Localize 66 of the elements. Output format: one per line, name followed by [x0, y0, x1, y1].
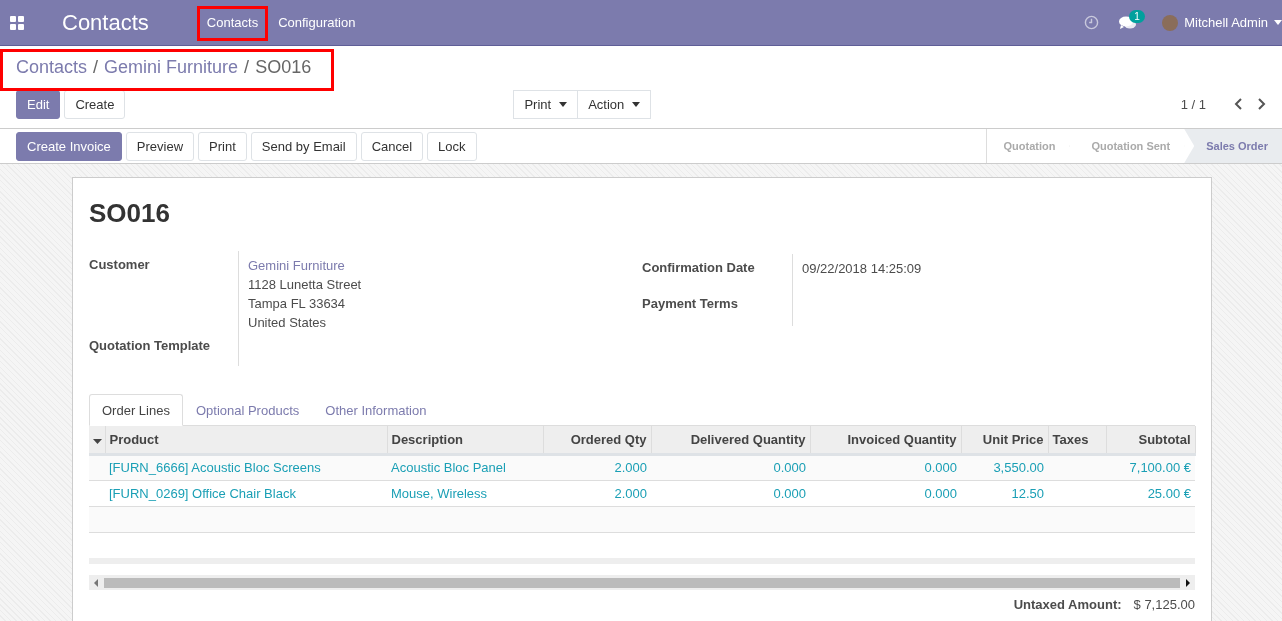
- table-cell: 3,550.00: [961, 454, 1048, 480]
- table-cell: 0.000: [651, 480, 810, 506]
- breadcrumb-link[interactable]: Contacts: [16, 57, 88, 78]
- chevron-left-icon[interactable]: [1234, 98, 1243, 110]
- field-value: Tampa FL 33634: [248, 295, 347, 313]
- dropdown-button[interactable]: Print: [513, 89, 579, 119]
- column-header[interactable]: Delivered Quantity: [651, 426, 810, 454]
- user-menu[interactable]: Mitchell Admin: [1184, 15, 1268, 30]
- table-cell: Mouse, Wireless: [387, 480, 543, 506]
- field-value: 09/22/2018 14:25:09: [802, 260, 922, 278]
- column-header[interactable]: Invoiced Quantity: [810, 426, 961, 454]
- chevron-right-icon[interactable]: [1257, 98, 1266, 110]
- table-cell: 2.000: [543, 480, 651, 506]
- column-header[interactable]: Product: [105, 426, 387, 454]
- breadcrumb-separator: /: [244, 57, 250, 78]
- table-cell: 2.000: [543, 454, 651, 480]
- column-header[interactable]: Description: [387, 426, 543, 454]
- caret-icon: [559, 101, 568, 107]
- breadcrumb-current: SO016: [255, 57, 312, 78]
- table-cell: 0.000: [810, 480, 961, 506]
- table-cell: 25.00 €: [1106, 480, 1195, 506]
- total-amount: $ 7,125.00: [1133, 597, 1195, 612]
- field-label: Customer: [89, 251, 239, 332]
- clock-icon[interactable]: [1084, 15, 1100, 30]
- workflow-button[interactable]: Lock: [427, 131, 477, 161]
- field-label: Quotation Template: [89, 332, 239, 366]
- horizontal-scrollbar[interactable]: [89, 575, 1195, 590]
- field-value: United States: [248, 314, 328, 332]
- table-cell: 12.50: [961, 480, 1048, 506]
- column-header[interactable]: Taxes: [1048, 426, 1106, 454]
- field-label: Payment Terms: [642, 290, 793, 326]
- record-title: SO016: [89, 198, 171, 229]
- dropdown-button[interactable]: Action: [578, 89, 652, 119]
- notebook-tab[interactable]: Order Lines: [89, 394, 183, 426]
- sort-header[interactable]: [89, 426, 105, 454]
- workflow-button[interactable]: Print: [198, 131, 247, 161]
- customer-link[interactable]: Gemini Furniture: [248, 256, 362, 275]
- apps-grid-icon[interactable]: [10, 15, 24, 30]
- app-title: Contacts: [62, 9, 149, 36]
- table-cell: Acoustic Bloc Panel: [387, 454, 543, 480]
- notebook-tab[interactable]: Other Information: [312, 394, 440, 426]
- workflow-button[interactable]: Cancel: [360, 131, 424, 161]
- total-label: Untaxed Amount:: [1013, 597, 1122, 612]
- caret-icon: [632, 101, 641, 107]
- column-header[interactable]: Unit Price: [961, 426, 1048, 454]
- pager-counter: 1 / 1: [1180, 96, 1206, 112]
- toolbar-button[interactable]: Edit: [16, 89, 61, 119]
- caret-icon[interactable]: [1274, 20, 1282, 25]
- notebook-tab[interactable]: Optional Products: [182, 394, 313, 426]
- workflow-button[interactable]: Send by Email: [250, 131, 357, 161]
- workflow-button[interactable]: Create Invoice: [16, 131, 122, 161]
- table-cell: 0.000: [810, 454, 961, 480]
- message-count-badge: 1: [1129, 9, 1145, 23]
- caret-icon: [93, 438, 102, 444]
- table-cell: 7,100.00 €: [1106, 454, 1195, 480]
- column-header[interactable]: Ordered Qty: [543, 426, 651, 454]
- menu-item[interactable]: Configuration: [268, 0, 366, 46]
- toolbar-button[interactable]: Create: [64, 89, 126, 119]
- field-label: Confirmation Date: [642, 254, 793, 290]
- column-header[interactable]: Subtotal: [1106, 426, 1195, 454]
- table-cell: 0.000: [651, 454, 810, 480]
- menu-item[interactable]: Contacts: [196, 0, 269, 46]
- breadcrumb-separator: /: [93, 57, 99, 78]
- breadcrumb-link[interactable]: Gemini Furniture: [104, 57, 239, 78]
- workflow-button[interactable]: Preview: [125, 131, 195, 161]
- field-value: 1128 Lunetta Street: [248, 276, 362, 294]
